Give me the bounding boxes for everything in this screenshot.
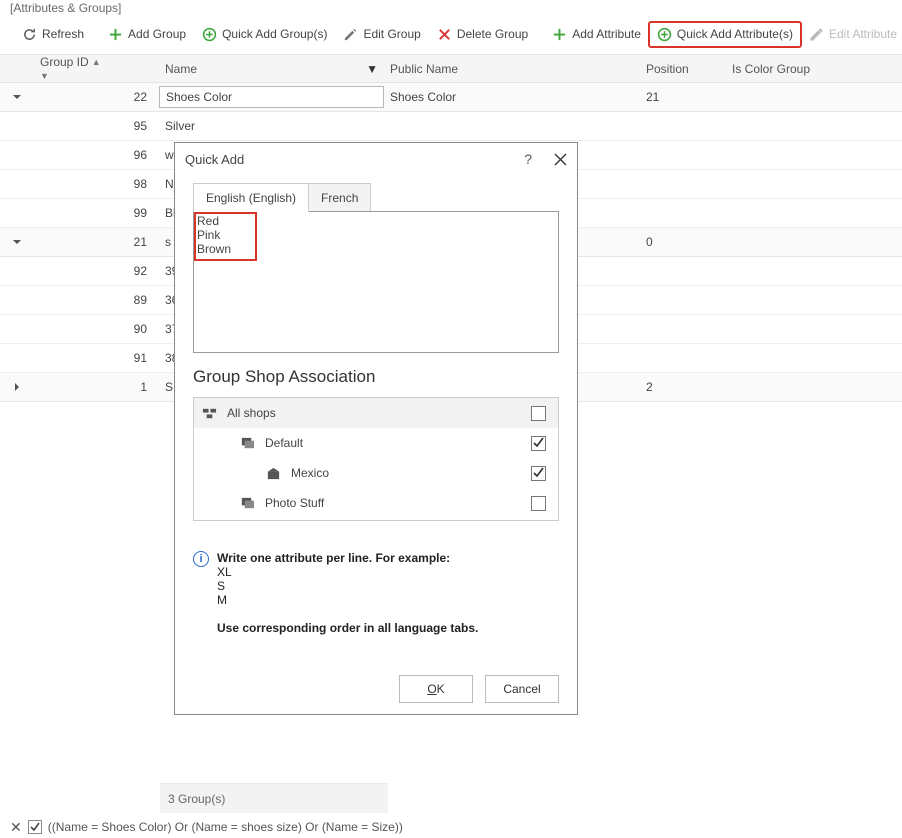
name-cell-selected[interactable]: Shoes Color xyxy=(159,86,384,108)
dialog-title: Quick Add xyxy=(185,152,244,167)
plus-icon-green xyxy=(552,27,567,42)
attributes-textarea[interactable]: Red Pink Brown xyxy=(193,211,559,353)
col-group-id[interactable]: Group ID▲▼ xyxy=(34,55,159,83)
shop-group-icon xyxy=(240,496,255,511)
filter-checkbox[interactable] xyxy=(28,820,42,834)
shop-tree: All shops Default Mexico Photo Stuff xyxy=(193,397,559,521)
refresh-icon xyxy=(22,27,37,42)
add-group-button[interactable]: Add Group xyxy=(100,22,194,47)
filter-expression: ((Name = Shoes Color) Or (Name = shoes s… xyxy=(48,820,403,834)
expand-toggle[interactable] xyxy=(10,380,24,394)
shop-icon xyxy=(266,466,281,481)
highlight-box xyxy=(194,212,257,261)
dialog-buttons: OK Cancel xyxy=(193,675,559,703)
tree-row-allshops[interactable]: All shops xyxy=(194,398,558,428)
checkbox[interactable] xyxy=(531,466,546,481)
plus-icon-green xyxy=(108,27,123,42)
help-button[interactable]: ? xyxy=(524,151,532,167)
add-attribute-button[interactable]: Add Attribute xyxy=(544,22,649,47)
checkbox[interactable] xyxy=(531,406,546,421)
quick-add-group-button[interactable]: Quick Add Group(s) xyxy=(194,22,335,47)
col-name[interactable]: Name▼ xyxy=(159,62,384,76)
refresh-button[interactable]: Refresh xyxy=(14,22,92,47)
close-button[interactable] xyxy=(554,153,567,166)
clear-filter-button[interactable]: ✕ xyxy=(10,819,22,836)
tree-row-mexico[interactable]: Mexico xyxy=(194,458,558,488)
ok-button[interactable]: OK xyxy=(399,675,473,703)
delete-group-button[interactable]: Delete Group xyxy=(429,22,536,47)
tab-french[interactable]: French xyxy=(309,183,371,212)
col-public-name[interactable]: Public Name xyxy=(384,62,640,76)
edit-group-button[interactable]: Edit Group xyxy=(335,22,428,47)
info-block: i Write one attribute per line. For exam… xyxy=(193,551,559,635)
plus-circle-icon xyxy=(657,27,672,42)
cancel-button[interactable]: Cancel xyxy=(485,675,559,703)
language-tabs: English (English) French xyxy=(193,183,559,212)
edit-attribute-button[interactable]: Edit Attribute xyxy=(801,22,902,47)
expand-toggle[interactable] xyxy=(10,90,24,104)
checkbox[interactable] xyxy=(531,496,546,511)
x-icon-red xyxy=(437,27,452,42)
multishop-icon xyxy=(202,406,217,421)
plus-circle-icon xyxy=(202,27,217,42)
checkbox[interactable] xyxy=(531,436,546,451)
tree-row-photostuff[interactable]: Photo Stuff xyxy=(194,488,558,518)
shop-group-icon xyxy=(240,436,255,451)
pencil-icon xyxy=(809,27,824,42)
pencil-icon xyxy=(343,27,358,42)
section-title: Group Shop Association xyxy=(193,367,559,387)
grid-group-row[interactable]: 22 Shoes Color Shoes Color 21 xyxy=(0,83,902,112)
tab-english[interactable]: English (English) xyxy=(193,183,309,212)
grid-footer: 3 Group(s) xyxy=(160,783,388,813)
filter-bar: ✕ ((Name = Shoes Color) Or (Name = shoes… xyxy=(0,816,902,838)
expand-toggle[interactable] xyxy=(10,235,24,249)
dialog-titlebar: Quick Add ? xyxy=(175,143,577,175)
toolbar: Refresh Add Group Quick Add Group(s) Edi… xyxy=(0,14,902,54)
info-icon: i xyxy=(193,551,209,567)
col-position[interactable]: Position xyxy=(640,62,726,76)
grid-attr-row[interactable]: 95Silver xyxy=(0,112,902,141)
col-is-color-group[interactable]: Is Color Group xyxy=(726,62,876,76)
grid-header: Group ID▲▼ Name▼ Public Name Position Is… xyxy=(0,54,902,83)
tree-row-default[interactable]: Default xyxy=(194,428,558,458)
quick-add-dialog: Quick Add ? English (English) French Red… xyxy=(174,142,578,715)
window-title: [Attributes & Groups] xyxy=(0,0,902,14)
quick-add-attribute-button[interactable]: Quick Add Attribute(s) xyxy=(649,22,801,47)
